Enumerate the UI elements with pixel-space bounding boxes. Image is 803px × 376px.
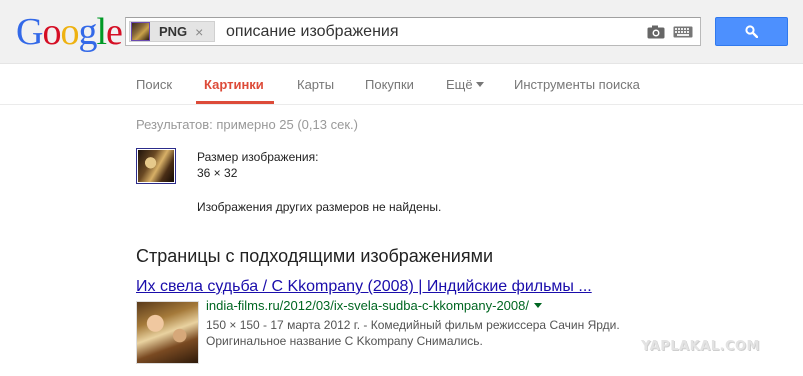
logo-letter: l <box>96 11 107 53</box>
logo-letter: e <box>106 11 123 53</box>
logo-letter: G <box>16 11 43 53</box>
google-logo[interactable]: Google <box>16 11 123 53</box>
result-snippet-line: Оригинальное название С Kkompany Снимали… <box>206 334 483 348</box>
watermark: YAPLAKAL.COM <box>641 339 760 354</box>
search-query-text[interactable]: описание изображения <box>226 23 399 41</box>
tab-shopping[interactable]: Покупки <box>365 77 414 92</box>
caret-down-icon[interactable] <box>533 303 542 308</box>
section-title-matching-pages: Страницы с подходящими изображениями <box>136 246 494 266</box>
search-nav: Поиск Картинки Карты Покупки Ещё Инструм… <box>0 65 803 105</box>
camera-icon[interactable] <box>647 25 665 39</box>
image-size-value: 36 × 32 <box>197 166 238 180</box>
tab-maps[interactable]: Карты <box>297 77 334 92</box>
query-image-thumbnail[interactable] <box>136 148 176 184</box>
result-thumbnail[interactable] <box>136 301 199 364</box>
active-tab-indicator <box>196 101 274 104</box>
result-title-link[interactable]: Их свела судьба / С Kkompany (2008) | Ин… <box>136 278 592 296</box>
chip-close-icon[interactable]: × <box>195 24 203 40</box>
tab-search-tools[interactable]: Инструменты поиска <box>514 77 640 92</box>
search-icon <box>745 25 758 38</box>
result-stats: Результатов: примерно 25 (0,13 сек.) <box>136 117 358 132</box>
image-size-label: Размер изображения: <box>197 150 319 164</box>
logo-letter: o <box>60 11 79 53</box>
tab-search[interactable]: Поиск <box>136 77 172 92</box>
tab-images[interactable]: Картинки <box>204 77 264 92</box>
result-url-text: india-films.ru/2012/03/ix-svela-sudba-c-… <box>206 298 529 313</box>
search-button[interactable] <box>715 17 788 46</box>
query-image <box>138 150 174 182</box>
result-url[interactable]: india-films.ru/2012/03/ix-svela-sudba-c-… <box>206 298 542 313</box>
chip-label: PNG <box>159 24 188 39</box>
search-image-chip[interactable]: PNG × <box>129 21 215 42</box>
result-snippet-line: 150 × 150 - 17 марта 2012 г. - Комедийны… <box>206 318 620 332</box>
chip-image-thumbnail <box>131 22 150 41</box>
logo-letter: o <box>42 11 61 53</box>
search-input[interactable]: PNG × описание изображения <box>125 17 701 46</box>
tab-more[interactable]: Ещё <box>446 77 484 92</box>
tab-more-label: Ещё <box>446 77 473 92</box>
keyboard-icon[interactable] <box>673 26 693 38</box>
top-bar: Google PNG × описание изображения <box>0 0 803 64</box>
chevron-down-icon <box>475 82 484 87</box>
logo-letter: g <box>78 11 97 53</box>
no-other-sizes-text: Изображения других размеров не найдены. <box>197 200 442 214</box>
